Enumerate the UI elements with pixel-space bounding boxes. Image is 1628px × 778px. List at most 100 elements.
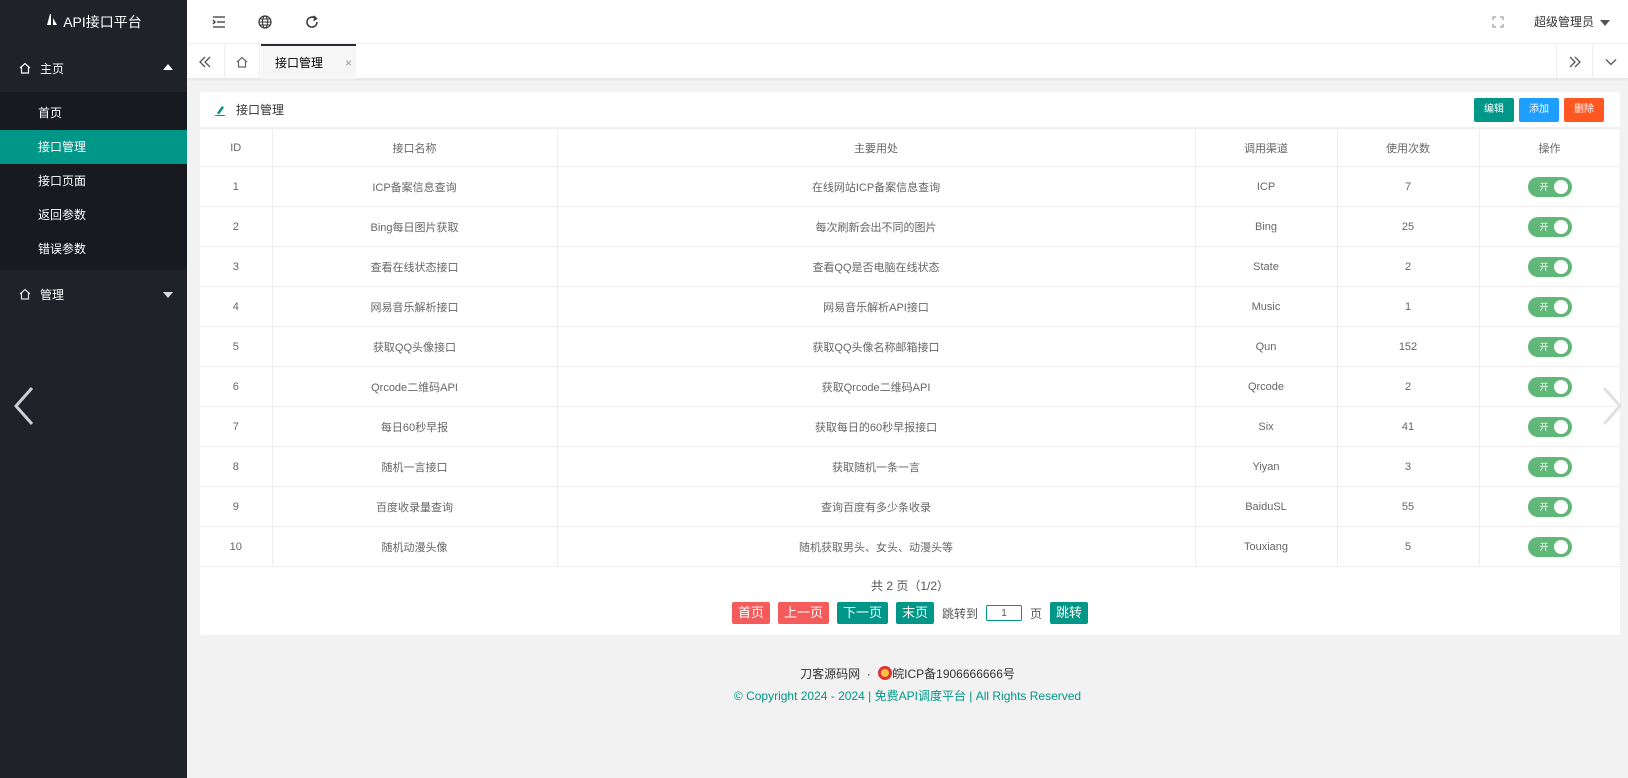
cell-id: 2 [200,206,273,247]
toggle-knob [1553,179,1568,194]
status-toggle[interactable]: 开 [1527,256,1572,277]
home-icon [19,288,31,300]
tabs-menu-button[interactable] [1592,44,1628,79]
menu-collapse-icon[interactable] [211,14,227,30]
home-tab[interactable] [224,44,260,79]
cell-usage-count: 55 [1336,486,1480,527]
status-toggle[interactable]: 开 [1527,176,1572,197]
jump-button[interactable]: 跳转 [1050,602,1089,624]
fullscreen-icon[interactable] [1492,16,1504,28]
jump-suffix: 页 [1030,606,1043,621]
toggle-knob [1553,459,1568,474]
tabs-scroll-left-button[interactable] [187,44,223,79]
status-toggle[interactable]: 开 [1527,456,1572,477]
copyright-text: © Copyright 2024 - 2024 | 免费API调度平台 | Al… [733,689,1082,703]
cell-channel: BaiduSL [1194,486,1338,527]
cell-channel: Music [1194,286,1338,327]
column-header-usage-count[interactable]: 使用次数 [1336,128,1480,167]
home-icon [236,56,248,68]
edit-button[interactable]: 编辑 [1474,98,1514,122]
chevron-right-icon[interactable] [1598,384,1626,428]
sidebar-item-return-params[interactable]: 返回参数 [0,198,187,232]
column-header-purpose[interactable]: 主要用处 [556,128,1196,167]
sidebar-item-home[interactable]: 首页 [0,96,187,130]
sidebar-item-error-params[interactable]: 错误参数 [0,232,187,266]
cell-usage-count: 1 [1336,286,1480,327]
status-toggle[interactable]: 开 [1527,536,1572,557]
status-toggle[interactable]: 开 [1527,296,1572,317]
column-header-action[interactable]: 操作 [1478,128,1621,167]
close-icon[interactable]: × [345,56,352,70]
cell-channel: State [1194,246,1338,287]
toggle-knob [1553,379,1568,394]
dropdown-caret-icon [1600,19,1610,26]
prev-page-button[interactable]: 上一页 [777,602,829,624]
nav-group-home-label: 主页 [40,61,65,76]
last-page-button[interactable]: 末页 [895,602,934,624]
nav-group-home[interactable]: 主页 [0,44,187,92]
cell-name: 随机动漫头像 [271,526,558,567]
table-row: 2 Bing每日图片获取 每次刷新会出不同的图片 Bing 25 开 [200,206,1621,247]
add-button[interactable]: 添加 [1519,98,1559,122]
cell-name: 百度收录量查询 [271,486,558,527]
logo-icon [45,0,59,44]
globe-icon[interactable] [257,14,273,30]
app-logo[interactable]: API接口平台 [0,0,187,44]
chevron-left-icon[interactable] [10,384,38,428]
toggle-label: 开 [1539,221,1549,232]
status-toggle[interactable]: 开 [1527,216,1572,237]
cell-purpose: 随机获取男头、女头、动漫头等 [556,526,1196,567]
user-menu[interactable]: 超级管理员 [1534,0,1610,44]
status-toggle[interactable]: 开 [1527,496,1572,517]
toggle-label: 开 [1539,461,1549,472]
nav-group-manage[interactable]: 管理 [0,270,187,318]
cell-purpose: 获取QQ头像名称邮箱接口 [556,326,1196,367]
refresh-icon[interactable] [304,14,320,30]
table-row: 3 查看在线状态接口 查看QQ是否电脑在线状态 State 2 开 [200,246,1621,287]
column-header-channel[interactable]: 调用渠道 [1194,128,1338,167]
chevron-down-icon [1605,58,1616,65]
icp-link[interactable]: 皖ICP备1906666666号 [892,667,1015,681]
home-icon [19,62,31,74]
cell-action: 开 [1478,446,1621,487]
next-page-button[interactable]: 下一页 [836,602,888,624]
status-toggle[interactable]: 开 [1527,416,1572,437]
cell-name: 获取QQ头像接口 [271,326,558,367]
card-header: 接口管理 编辑 添加 删除 [200,92,1620,128]
sidebar-item-api-pages[interactable]: 接口页面 [0,164,187,198]
double-chevron-right-icon [1569,56,1581,67]
home-submenu: 首页 接口管理 接口页面 返回参数 错误参数 [0,92,187,270]
tabs-scroll-right-button[interactable] [1556,44,1592,79]
jump-page-input[interactable] [986,605,1023,621]
cell-action: 开 [1478,246,1621,287]
cell-channel: Qrcode [1194,366,1338,407]
toggle-label: 开 [1539,341,1549,352]
toggle-label: 开 [1539,301,1549,312]
tab-bar: 接口管理 × [187,44,1628,79]
toggle-knob [1553,339,1568,354]
status-toggle[interactable]: 开 [1527,336,1572,357]
tab-label: 接口管理 [275,56,324,70]
delete-button[interactable]: 删除 [1564,98,1604,122]
card-title: 接口管理 [236,103,285,117]
first-page-button[interactable]: 首页 [731,602,770,624]
sidebar-item-api-management[interactable]: 接口管理 [0,130,187,164]
cell-purpose: 获取随机一条一言 [556,446,1196,487]
app-title: API接口平台 [63,14,142,30]
pagination: 首页 上一页 下一页 末页 跳转到 页 跳转 [200,602,1620,624]
table-row: 10 随机动漫头像 随机获取男头、女头、动漫头等 Touxiang 5 开 [200,526,1621,567]
jump-label: 跳转到 [942,606,979,621]
cell-channel: Yiyan [1194,446,1338,487]
toggle-knob [1553,499,1568,514]
column-header-id[interactable]: ID [200,128,273,167]
column-header-name[interactable]: 接口名称 [271,128,558,167]
tab-api-management[interactable]: 接口管理 × [261,44,356,79]
status-toggle[interactable]: 开 [1527,376,1572,397]
cell-action: 开 [1478,526,1621,567]
table-row: 9 百度收录量查询 查询百度有多少条收录 BaiduSL 55 开 [200,486,1621,527]
cell-purpose: 查询百度有多少条收录 [556,486,1196,527]
api-management-card: 接口管理 编辑 添加 删除 ID 接口名称 主要用处 调用渠道 使用次数 操作 … [200,92,1621,635]
cell-name: 网易音乐解析接口 [271,286,558,327]
user-name: 超级管理员 [1533,15,1594,29]
caret-down-icon [163,292,173,298]
